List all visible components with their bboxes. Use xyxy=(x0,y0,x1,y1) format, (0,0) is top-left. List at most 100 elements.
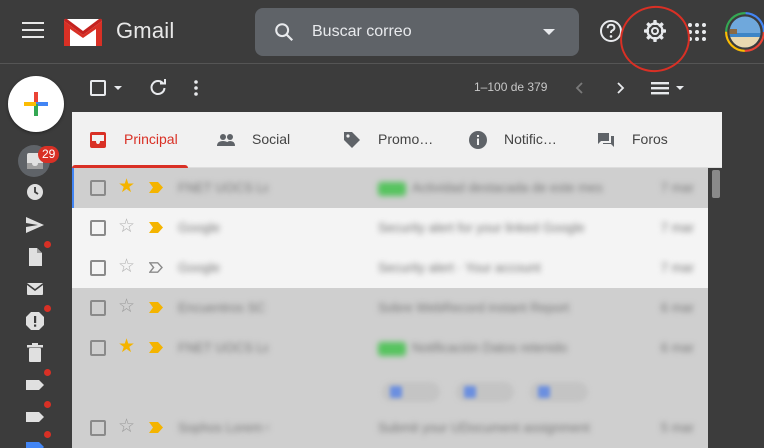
star-outline-icon[interactable]: ☆ xyxy=(118,217,135,237)
gmail-logo[interactable] xyxy=(64,17,102,47)
more-options-icon[interactable] xyxy=(190,78,202,98)
people-icon xyxy=(217,134,235,146)
tab-principal[interactable]: Principal xyxy=(72,112,188,168)
category-tabs: Principal Social Promo… Notific… Foros xyxy=(72,112,722,168)
tab-label: Foros xyxy=(632,131,668,147)
row-checkbox[interactable] xyxy=(90,260,106,276)
compose-button[interactable] xyxy=(8,76,64,132)
important-marker-icon[interactable] xyxy=(149,422,163,433)
search-icon[interactable] xyxy=(273,21,295,43)
sidebar-item-label-2[interactable] xyxy=(24,401,51,428)
email-sender: Encuentros SC Fisica xyxy=(178,300,268,315)
refresh-icon[interactable] xyxy=(148,78,168,98)
scrollbar-thumb[interactable] xyxy=(712,170,720,198)
spam-icon xyxy=(26,312,44,330)
notification-dot xyxy=(44,241,51,248)
info-icon xyxy=(469,131,487,149)
notification-dot xyxy=(44,369,51,376)
all-mail-icon[interactable] xyxy=(24,278,46,300)
pagination-text: 1–100 de 379 xyxy=(474,80,548,94)
email-sender: FNET UOCS Ledgers xyxy=(178,180,268,195)
email-subject: Sobre WebRecord instant Report xyxy=(378,300,570,315)
select-all-checkbox[interactable] xyxy=(90,80,106,96)
tab-label: Principal xyxy=(124,131,178,147)
star-outline-icon[interactable]: ☆ xyxy=(118,257,135,277)
notification-dot xyxy=(44,431,51,438)
tab-notificaciones[interactable]: Notific… xyxy=(452,112,568,168)
tab-label: Social xyxy=(252,131,291,147)
label-icon xyxy=(26,412,44,422)
sidebar-item-spam[interactable] xyxy=(24,305,51,332)
search-input[interactable]: Buscar correo xyxy=(312,23,412,41)
email-date: 6 mar xyxy=(660,300,694,315)
row-checkbox[interactable] xyxy=(90,420,106,436)
email-date: 7 mar xyxy=(660,220,694,235)
star-icon[interactable]: ★ xyxy=(118,177,135,197)
email-row[interactable]: ☆ Sophos Lorem Grees Submit your UDocume… xyxy=(72,408,708,448)
attachment-chip[interactable] xyxy=(382,382,440,402)
search-options-icon[interactable] xyxy=(543,29,555,35)
density-toggle-icon[interactable] xyxy=(650,80,670,96)
main-menu-icon[interactable] xyxy=(22,22,44,42)
email-date: 7 mar xyxy=(660,180,694,195)
newer-chevron-left-icon[interactable] xyxy=(572,80,588,96)
mail-toolbar: 1–100 de 379 xyxy=(72,64,722,112)
email-sender: Google xyxy=(178,220,220,235)
tab-social[interactable]: Social xyxy=(200,112,316,168)
important-marker-icon[interactable] xyxy=(149,302,163,313)
email-subject: Submit your UDocument assignment xyxy=(378,420,590,435)
email-list: ★ FNET UOCS Ledgers Actividad destacada … xyxy=(72,168,708,448)
email-subject: Notificación Datos retenido xyxy=(378,340,628,356)
brand-name: Gmail xyxy=(116,18,175,43)
email-row[interactable]: ★ FNET UOCS Ledgers Notificación Datos r… xyxy=(72,328,708,368)
attachment-chip[interactable] xyxy=(456,382,514,402)
older-chevron-right-icon[interactable] xyxy=(612,80,628,96)
not-important-marker-icon[interactable] xyxy=(149,262,163,273)
subject-text: Notificación Datos retenido xyxy=(412,340,568,355)
notification-dot xyxy=(44,401,51,408)
search-bar[interactable]: Buscar correo xyxy=(255,8,579,56)
label-chip xyxy=(378,341,406,356)
star-outline-icon[interactable]: ☆ xyxy=(118,297,135,317)
sidebar-item-label-3[interactable] xyxy=(24,431,51,448)
star-icon[interactable]: ★ xyxy=(118,337,135,357)
sent-icon[interactable] xyxy=(24,214,46,236)
important-marker-icon[interactable] xyxy=(149,182,163,193)
sidebar-item-drafts[interactable] xyxy=(24,241,51,268)
row-checkbox[interactable] xyxy=(90,220,106,236)
email-subject: Actividad destacada de este mes xyxy=(378,180,628,196)
tab-label: Promo… xyxy=(378,131,434,147)
compose-plus-icon xyxy=(24,92,48,116)
email-subject: Security alert for your linked Google xyxy=(378,220,585,235)
email-row[interactable]: ★ FNET UOCS Ledgers Actividad destacada … xyxy=(72,168,708,208)
tab-promociones[interactable]: Promo… xyxy=(326,112,442,168)
tab-foros[interactable]: Foros xyxy=(580,112,696,168)
email-date: 5 mar xyxy=(660,420,694,435)
label-icon xyxy=(26,442,44,448)
email-date: 6 mar xyxy=(660,340,694,355)
email-row[interactable]: ☆ Google Security alert for your linked … xyxy=(72,208,708,248)
email-sender: FNET UOCS Ledgers xyxy=(178,340,268,355)
forum-icon xyxy=(598,133,614,147)
inbox-icon xyxy=(90,132,106,148)
trash-icon[interactable] xyxy=(24,342,46,364)
select-options-icon[interactable] xyxy=(114,86,122,90)
inbox-unread-badge: 29 xyxy=(38,146,60,163)
subject-text: Actividad destacada de este mes xyxy=(412,180,603,195)
row-checkbox[interactable] xyxy=(90,180,106,196)
attachment-chip[interactable] xyxy=(530,382,588,402)
email-row[interactable]: ☆ Encuentros SC Fisica Sobre WebRecord i… xyxy=(72,288,708,328)
star-outline-icon[interactable]: ☆ xyxy=(118,417,135,437)
row-checkbox[interactable] xyxy=(90,340,106,356)
sidebar-item-label-1[interactable] xyxy=(24,369,51,396)
density-options-icon[interactable] xyxy=(676,86,684,90)
email-sender: Google xyxy=(178,260,220,275)
important-marker-icon[interactable] xyxy=(149,222,163,233)
row-checkbox[interactable] xyxy=(90,300,106,316)
email-row[interactable]: ☆ Google Security alert · Your account 7… xyxy=(72,248,708,288)
list-scrollbar[interactable] xyxy=(708,168,722,448)
label-icon xyxy=(26,380,44,390)
account-avatar[interactable] xyxy=(725,12,764,52)
important-marker-icon[interactable] xyxy=(149,342,163,353)
snoozed-clock-icon[interactable] xyxy=(24,181,46,203)
